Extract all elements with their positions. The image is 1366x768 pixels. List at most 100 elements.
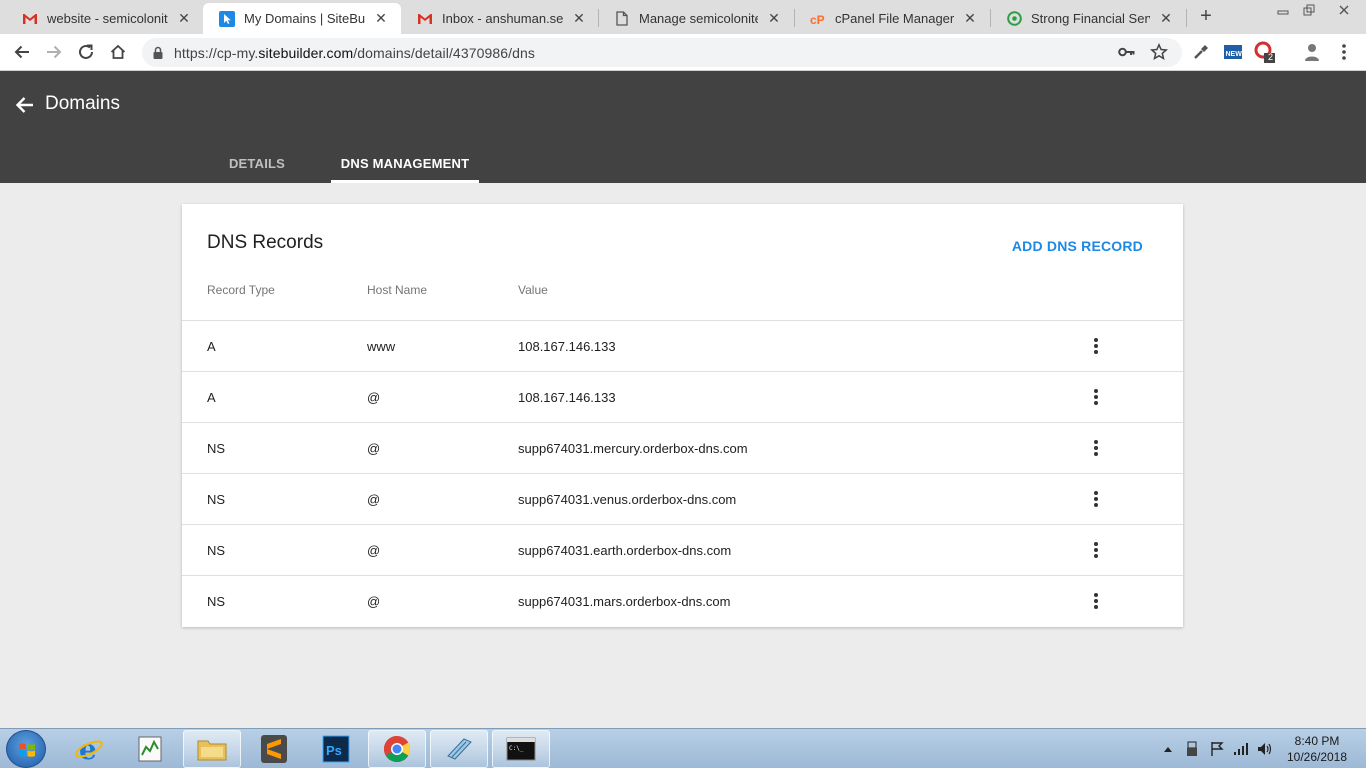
app-header: Domains DETAILS DNS MANAGEMENT	[0, 71, 1366, 183]
taskbar-photoshop[interactable]: Ps	[307, 730, 365, 768]
notepad-icon	[447, 738, 472, 760]
restore-button[interactable]	[1296, 0, 1322, 20]
taskbar-task-manager[interactable]	[121, 730, 179, 768]
forward-button[interactable]	[42, 40, 66, 64]
table-row: NS @ supp674031.venus.orderbox-dns.com	[182, 473, 1183, 524]
show-hidden-icons-arrow-icon[interactable]	[1160, 741, 1176, 757]
browser-tab-manage[interactable]: Manage semicolonites.as ✕	[598, 3, 794, 34]
tab-close-icon[interactable]: ✕	[176, 10, 192, 27]
add-dns-record-button[interactable]: ADD DNS RECORD	[1012, 238, 1143, 254]
folder-icon	[197, 740, 227, 761]
start-button[interactable]	[6, 730, 46, 768]
minimize-button[interactable]	[1270, 0, 1296, 20]
extension-eyedropper-button[interactable]	[1189, 40, 1213, 64]
table-row: NS @ supp674031.earth.orderbox-dns.com	[182, 524, 1183, 575]
browser-toolbar: https://cp-my.sitebuilder.com/domains/de…	[0, 34, 1366, 71]
extension-notification-button[interactable]: 2	[1253, 40, 1277, 64]
star-icon	[1150, 43, 1168, 61]
chrome-icon	[383, 735, 411, 763]
usb-device-icon[interactable]	[1184, 741, 1200, 757]
record-type: NS	[207, 492, 226, 507]
tab-details[interactable]: DETAILS	[220, 143, 294, 183]
record-type: A	[207, 390, 216, 405]
url-prefix: https://cp-my.	[174, 44, 259, 61]
tab-close-icon[interactable]: ✕	[1158, 10, 1174, 27]
sitebuilder-icon	[219, 10, 235, 27]
page-icon	[614, 11, 630, 27]
internet-explorer-icon: e	[75, 734, 103, 764]
record-type: NS	[207, 441, 226, 456]
taskbar-sublime-text[interactable]	[245, 730, 303, 768]
avatar-icon	[1305, 44, 1319, 61]
tab-dns-management[interactable]: DNS MANAGEMENT	[331, 143, 479, 183]
column-header-value: Value	[518, 283, 548, 297]
password-key-button[interactable]	[1115, 40, 1139, 64]
taskbar-file-explorer[interactable]	[183, 730, 241, 768]
taskbar-internet-explorer[interactable]: e	[60, 730, 118, 768]
page-title: Domains	[45, 93, 120, 114]
new-badge-icon: NEW	[1224, 45, 1242, 59]
back-button[interactable]	[10, 40, 34, 64]
svg-text:C:\_: C:\_	[509, 745, 524, 752]
photoshop-icon: Ps	[322, 735, 350, 763]
windows-taskbar: e Ps C:\_ 8:40 PM 10/26/2018	[0, 728, 1366, 768]
svg-text:Ps: Ps	[326, 743, 342, 758]
url-path: /domains/detail/4370986/dns	[353, 44, 536, 61]
reload-button[interactable]	[74, 40, 98, 64]
svg-text:e: e	[79, 734, 97, 764]
record-value: supp674031.mars.orderbox-dns.com	[518, 594, 731, 609]
record-type: NS	[207, 543, 226, 558]
extension-badge-count: 2	[1268, 52, 1274, 62]
taskbar-notepad[interactable]	[430, 730, 488, 768]
browser-tab-strong[interactable]: Strong Financial Service ✕	[990, 3, 1186, 34]
browser-tab-website[interactable]: website - semicolonites@ ✕	[6, 3, 204, 34]
close-window-button[interactable]	[1326, 0, 1362, 20]
network-signal-icon[interactable]	[1233, 741, 1249, 757]
browser-tab-sitebuilder[interactable]: My Domains | SiteBuilder ✕	[203, 3, 401, 34]
taskbar-chrome[interactable]	[368, 730, 426, 768]
lock-icon	[153, 46, 163, 59]
reload-icon	[79, 44, 93, 59]
volume-speaker-icon[interactable]	[1257, 741, 1273, 757]
record-type: NS	[207, 594, 226, 609]
address-bar[interactable]: https://cp-my.sitebuilder.com/domains/de…	[142, 38, 1182, 67]
tab-close-icon[interactable]: ✕	[373, 10, 389, 27]
table-row: NS @ supp674031.mars.orderbox-dns.com	[182, 575, 1183, 626]
forward-arrow-icon	[47, 45, 62, 59]
record-host: @	[367, 390, 381, 405]
browser-tab-cpanel[interactable]: cP cPanel File Manager v3 ✕	[794, 3, 990, 34]
record-host: @	[367, 492, 381, 507]
taskbar-command-prompt[interactable]: C:\_	[492, 730, 550, 768]
eyedropper-icon	[1194, 45, 1208, 59]
tab-close-icon[interactable]: ✕	[766, 10, 782, 27]
clock-date: 10/26/2018	[1286, 750, 1348, 764]
system-clock[interactable]: 8:40 PM 10/26/2018	[1282, 733, 1352, 765]
extension-new-button[interactable]: NEW	[1221, 40, 1245, 64]
column-header-host-name: Host Name	[367, 283, 428, 297]
browser-tab-strip: website - semicolonites@ ✕ My Domains | …	[0, 0, 1366, 34]
home-icon	[110, 44, 126, 59]
profile-avatar-button[interactable]	[1300, 40, 1324, 64]
gmail-icon	[417, 11, 433, 27]
row-menu-icon[interactable]	[1086, 488, 1106, 510]
gmail-icon	[22, 11, 38, 27]
browser-menu-button[interactable]	[1332, 40, 1356, 64]
browser-tab-inbox[interactable]: Inbox - anshuman.semic ✕	[401, 3, 599, 34]
row-menu-icon[interactable]	[1086, 437, 1106, 459]
row-menu-icon[interactable]	[1086, 386, 1106, 408]
url-text: https://cp-my.sitebuilder.com/domains/de…	[174, 45, 535, 61]
back-arrow-icon[interactable]	[14, 94, 36, 116]
bookmark-star-button[interactable]	[1147, 40, 1171, 64]
home-button[interactable]	[106, 40, 130, 64]
record-value: 108.167.146.133	[518, 390, 616, 405]
tab-title: Manage semicolonites.as	[639, 11, 758, 26]
strong-icon	[1006, 11, 1022, 27]
windows-logo-icon	[19, 743, 35, 757]
action-center-flag-icon[interactable]	[1209, 741, 1225, 757]
row-menu-icon[interactable]	[1086, 335, 1106, 357]
row-menu-icon[interactable]	[1086, 539, 1106, 561]
tab-close-icon[interactable]: ✕	[571, 10, 587, 27]
row-menu-icon[interactable]	[1086, 590, 1106, 612]
tab-close-icon[interactable]: ✕	[962, 10, 978, 27]
new-tab-button[interactable]: +	[1196, 5, 1216, 28]
